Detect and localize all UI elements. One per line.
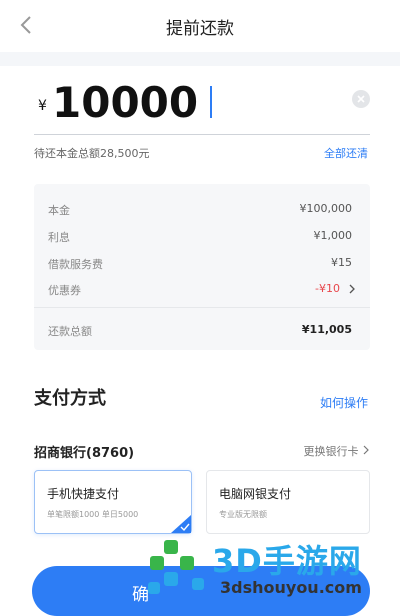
currency-symbol: ¥ xyxy=(38,98,47,114)
change-card-label: 更换银行卡 xyxy=(303,445,359,458)
how-to-link[interactable]: 如何操作 xyxy=(320,394,368,411)
detail-row-service-fee: 借款服务费 ¥15 xyxy=(48,256,356,276)
detail-label: 优惠券 xyxy=(48,284,81,297)
clear-icon[interactable] xyxy=(352,90,370,108)
watermark: 3D手游网 3dshouyou.com xyxy=(146,536,400,603)
watermark-logo-icon xyxy=(146,538,208,598)
detail-row-total: 还款总额 ¥11,005 xyxy=(48,323,356,343)
watermark-url: 3dshouyou.com xyxy=(220,578,362,597)
option-name: 手机快捷支付 xyxy=(47,487,120,501)
section-gap xyxy=(0,52,400,66)
detail-row-interest: 利息 ¥1,000 xyxy=(48,229,356,249)
payment-option-web-bank[interactable]: 电脑网银支付 专业版无限额 xyxy=(206,470,370,534)
page-title: 提前还款 xyxy=(166,19,234,39)
detail-label: 还款总额 xyxy=(48,325,92,338)
amount-input[interactable]: ¥ 10000 xyxy=(34,76,370,135)
text-caret xyxy=(210,86,212,118)
detail-value: ¥1,000 xyxy=(313,229,353,242)
detail-value: ¥15 xyxy=(331,256,352,269)
detail-label: 借款服务费 xyxy=(48,258,103,271)
check-corner-icon xyxy=(171,515,191,533)
divider xyxy=(34,307,370,308)
detail-label: 利息 xyxy=(48,231,70,244)
option-limit: 单笔限额1000 单日5000 xyxy=(47,510,139,519)
principal-due-text: 待还本金总额28,500元 xyxy=(34,147,150,160)
total-value: ¥11,005 xyxy=(301,323,352,336)
change-card-link[interactable]: 更换银行卡 xyxy=(304,443,371,459)
payment-option-mobile[interactable]: 手机快捷支付 单笔限额1000 单日5000 xyxy=(34,470,192,534)
bank-card-name: 招商银行(8760) xyxy=(34,446,135,461)
coupon-value: -¥10 xyxy=(315,282,340,295)
option-limit: 专业版无限额 xyxy=(219,510,267,519)
repayment-detail-card: 本金 ¥100,000 利息 ¥1,000 借款服务费 ¥15 优惠券 -¥10… xyxy=(34,184,370,350)
watermark-brand: 3D手游网 xyxy=(212,542,362,580)
option-name: 电脑网银支付 xyxy=(219,487,292,501)
chevron-right-icon xyxy=(348,283,356,298)
chevron-right-icon xyxy=(362,445,370,458)
detail-value: ¥100,000 xyxy=(299,202,353,215)
amount-value: 10000 xyxy=(52,78,199,127)
detail-label: 本金 xyxy=(48,204,70,217)
nav-bar: 提前还款 xyxy=(0,0,400,52)
detail-row-principal: 本金 ¥100,000 xyxy=(48,202,356,222)
pay-all-link[interactable]: 全部还清 xyxy=(324,145,368,161)
detail-row-coupon[interactable]: 优惠券 -¥10 xyxy=(48,282,356,302)
payment-method-title: 支付方式 xyxy=(34,388,106,409)
